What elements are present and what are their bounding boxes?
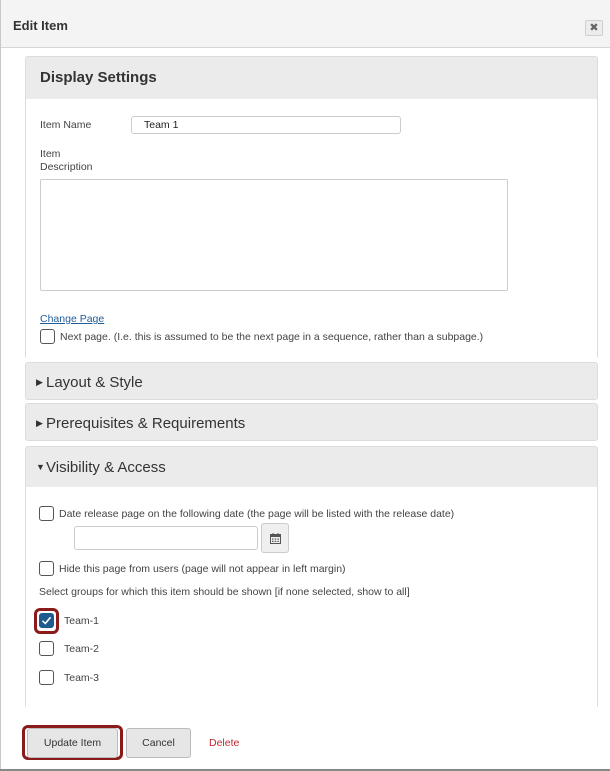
prerequisites-panel[interactable]: ▶ Prerequisites & Requirements: [25, 403, 598, 441]
display-settings-heading: Display Settings: [40, 69, 157, 86]
prerequisites-heading[interactable]: ▶ Prerequisites & Requirements: [26, 404, 597, 442]
hide-page-checkbox[interactable]: [39, 561, 54, 576]
caret-down-icon: ▼: [36, 462, 45, 472]
close-icon[interactable]: ✖: [585, 20, 603, 36]
caret-right-icon: ▶: [36, 418, 43, 428]
next-page-checkbox[interactable]: [40, 329, 55, 344]
date-release-checkbox[interactable]: [39, 506, 54, 521]
display-settings-body: Item Name Team 1 Item Description Change…: [26, 99, 597, 359]
change-page-link[interactable]: Change Page: [40, 313, 104, 325]
layout-style-title: Layout & Style: [46, 374, 143, 391]
dialog-title: Edit Item: [13, 18, 68, 33]
group-checkbox-team-3[interactable]: [39, 670, 54, 685]
checkmark-icon: [41, 616, 52, 625]
delete-link[interactable]: Delete: [209, 737, 239, 749]
caret-right-icon: ▶: [36, 377, 43, 387]
visibility-title: Visibility & Access: [46, 459, 166, 476]
display-settings-panel: Display Settings Item Name Team 1 Item D…: [25, 56, 598, 359]
layout-style-heading[interactable]: ▶ Layout & Style: [26, 363, 597, 401]
hide-page-label: Hide this page from users (page will not…: [59, 563, 346, 575]
visibility-heading[interactable]: ▼Visibility & Access: [26, 447, 597, 487]
item-description-label-line2: Description: [40, 161, 93, 173]
groups-label: Select groups for which this item should…: [39, 586, 410, 598]
item-name-input[interactable]: Team 1: [131, 116, 401, 134]
dialog-titlebar: Edit Item ✖: [1, 0, 610, 48]
group-label-team-1: Team-1: [64, 615, 100, 627]
release-date-input[interactable]: [74, 526, 258, 550]
group-checkbox-team-2[interactable]: [39, 641, 54, 656]
update-item-button[interactable]: Update Item: [27, 728, 118, 758]
calendar-button[interactable]: [261, 523, 289, 553]
visibility-panel: ▼Visibility & Access Date release page o…: [25, 446, 598, 708]
next-page-label: Next page. (I.e. this is assumed to be t…: [60, 331, 484, 343]
group-label-team-2: Team-2: [64, 643, 100, 655]
cancel-button[interactable]: Cancel: [126, 728, 191, 758]
layout-style-panel[interactable]: ▶ Layout & Style: [25, 362, 598, 400]
item-name-label: Item Name: [40, 119, 92, 131]
calendar-icon: [270, 533, 281, 544]
item-description-textarea[interactable]: [40, 179, 508, 291]
item-description-label-line1: Item: [40, 148, 61, 160]
visibility-body: Date release page on the following date …: [26, 487, 597, 708]
date-release-label: Date release page on the following date …: [59, 508, 455, 520]
prerequisites-title: Prerequisites & Requirements: [46, 415, 246, 432]
group-checkbox-team-1[interactable]: [39, 613, 54, 628]
group-label-team-3: Team-3: [64, 672, 100, 684]
window-edge: [0, 0, 1, 771]
